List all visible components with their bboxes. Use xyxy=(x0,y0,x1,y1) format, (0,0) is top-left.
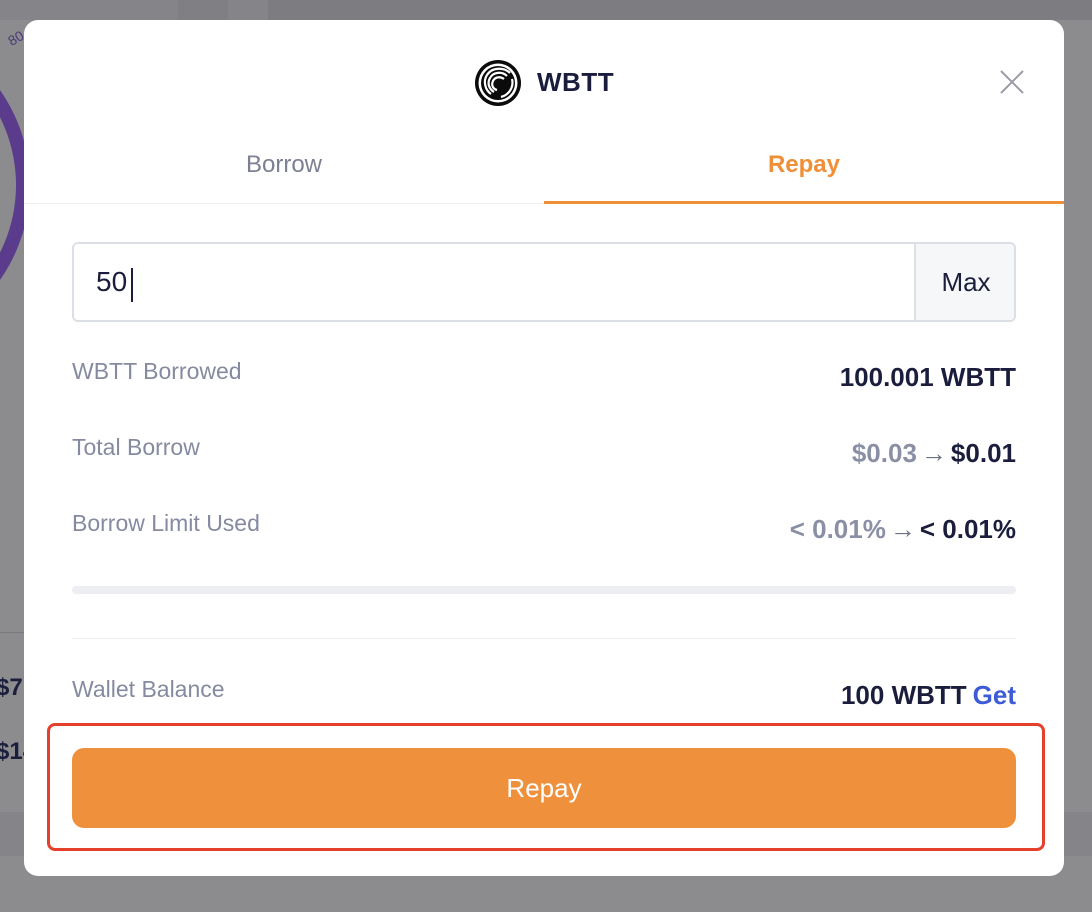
borrow-limit-row: Borrow Limit Used < 0.01% → < 0.01% xyxy=(72,510,1016,550)
total-borrow-from: $0.03 xyxy=(851,438,917,468)
background-value: $7 xyxy=(0,674,23,701)
wallet-balance-label: Wallet Balance xyxy=(72,676,225,702)
tab-repay[interactable]: Repay xyxy=(544,144,1064,204)
background-topbar-block xyxy=(178,0,228,20)
token-name: WBTT xyxy=(537,67,615,97)
divider xyxy=(72,638,1016,639)
max-button[interactable]: Max xyxy=(914,244,1014,320)
tab-bar: Borrow Repay xyxy=(24,144,1064,204)
borrow-limit-progress-bar xyxy=(72,586,1016,594)
borrowed-row: WBTT Borrowed 100.001 WBTT xyxy=(72,358,1016,398)
amount-field: Max xyxy=(72,242,1016,322)
text-caret xyxy=(131,268,133,302)
repay-button[interactable]: Repay xyxy=(72,748,1016,828)
bittorrent-logo-icon xyxy=(475,60,521,106)
background-topbar xyxy=(0,0,1092,20)
get-link[interactable]: Get xyxy=(967,680,1016,710)
wallet-balance-row: Wallet Balance 100 WBTT Get xyxy=(72,676,1016,716)
arrow-right-icon: → xyxy=(889,514,916,544)
modal-header: WBTT xyxy=(24,20,1064,144)
arrow-right-icon: → xyxy=(920,438,947,468)
borrow-limit-value: < 0.01% → < 0.01% xyxy=(790,514,1016,545)
wallet-balance-amount: 100 WBTT xyxy=(840,680,967,710)
total-borrow-label: Total Borrow xyxy=(72,434,200,460)
background-divider xyxy=(0,632,24,633)
background-topbar-block xyxy=(268,0,1092,20)
total-borrow-row: Total Borrow $0.03 → $0.01 xyxy=(72,434,1016,474)
borrowed-value: 100.001 WBTT xyxy=(839,362,1016,392)
wallet-balance-value: 100 WBTT Get xyxy=(841,680,1016,711)
borrow-limit-label: Borrow Limit Used xyxy=(72,510,260,536)
repay-modal: WBTT Borrow Repay Max WBTT Borrowed 100.… xyxy=(24,20,1064,876)
total-borrow-value: $0.03 → $0.01 xyxy=(852,438,1016,469)
total-borrow-to: $0.01 xyxy=(950,438,1016,468)
amount-input[interactable] xyxy=(74,244,914,320)
borrow-limit-to: < 0.01% xyxy=(919,514,1016,544)
close-icon[interactable] xyxy=(998,68,1026,96)
borrowed-label: WBTT Borrowed xyxy=(72,358,242,384)
tab-borrow[interactable]: Borrow xyxy=(24,144,544,204)
borrow-limit-from: < 0.01% xyxy=(789,514,886,544)
